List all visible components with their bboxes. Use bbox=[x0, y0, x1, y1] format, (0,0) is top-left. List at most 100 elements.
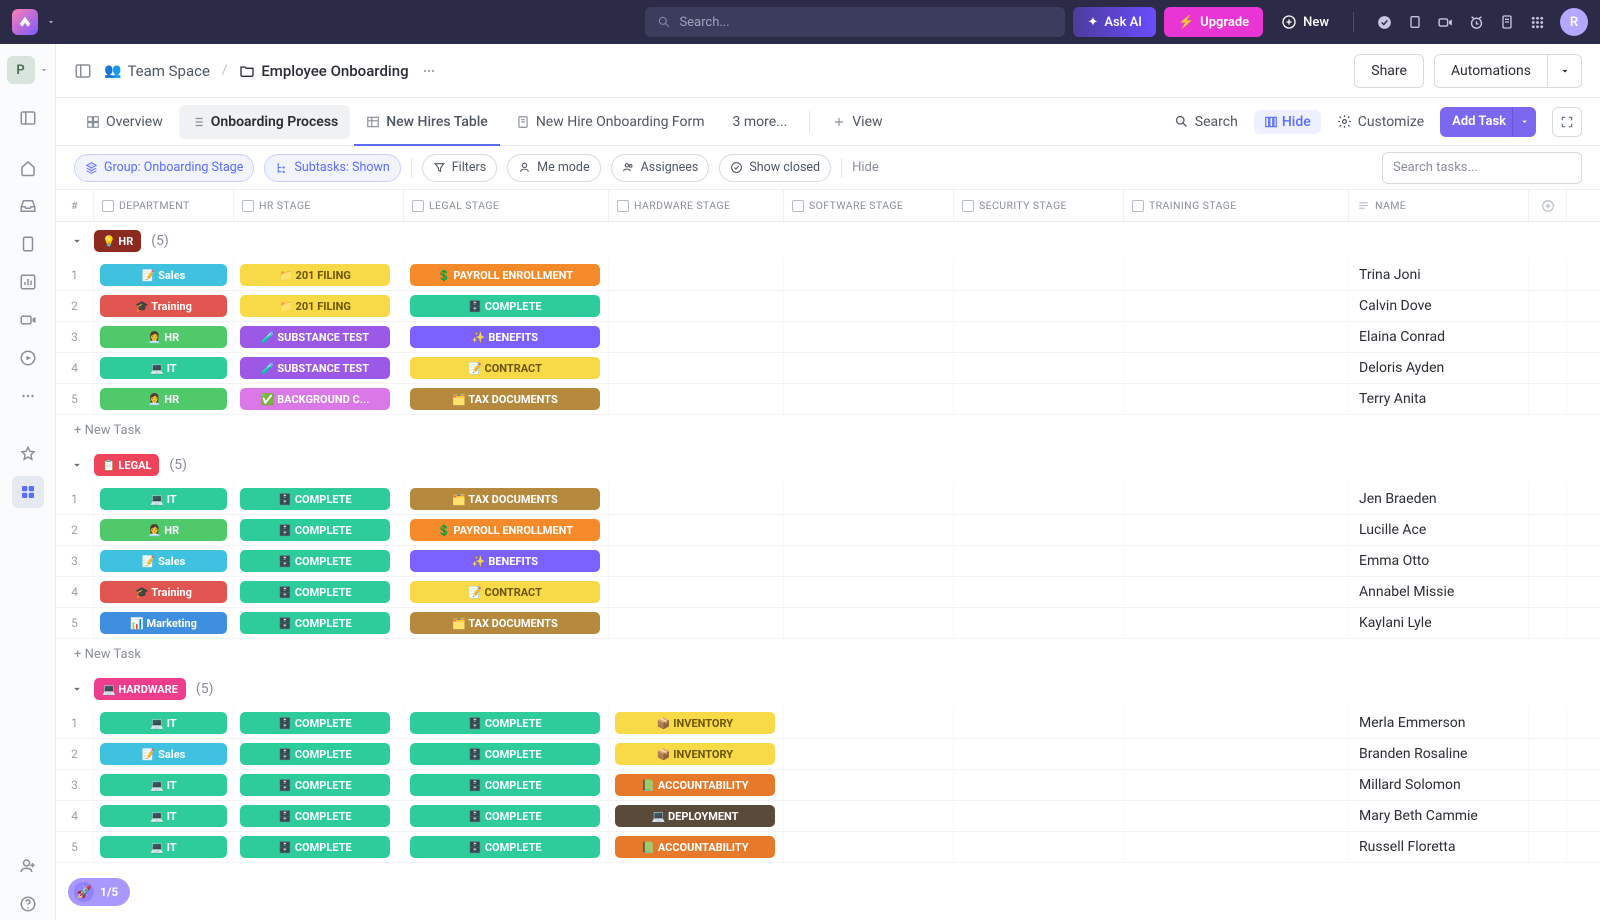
status-tag[interactable]: 📊 Marketing bbox=[100, 612, 227, 634]
cell-name[interactable]: Branden Rosaline bbox=[1349, 739, 1529, 769]
cell-department[interactable]: 📝 Sales bbox=[94, 546, 234, 576]
tab-onboarding-form[interactable]: New Hire Onboarding Form bbox=[504, 105, 717, 139]
status-tag[interactable]: 📝 CONTRACT bbox=[410, 581, 600, 603]
cell-department[interactable]: 🎓 Training bbox=[94, 577, 234, 607]
chevron-down-icon[interactable] bbox=[46, 17, 56, 27]
table-row[interactable]: 2 👩‍💼 HR 🗄️ COMPLETE 💲 PAYROLL ENROLLMEN… bbox=[56, 515, 1600, 546]
cell-software-stage[interactable] bbox=[784, 353, 954, 383]
cell-software-stage[interactable] bbox=[784, 546, 954, 576]
cell-security-stage[interactable] bbox=[954, 291, 1124, 321]
cell-name[interactable]: Russell Floretta bbox=[1349, 832, 1529, 862]
cell-name[interactable]: Annabel Missie bbox=[1349, 577, 1529, 607]
cell-legal-stage[interactable]: 🗄️ COMPLETE bbox=[404, 832, 609, 862]
cell-software-stage[interactable] bbox=[784, 832, 954, 862]
table-row[interactable]: 4 🎓 Training 🗄️ COMPLETE 📝 CONTRACT Anna… bbox=[56, 577, 1600, 608]
cell-hr-stage[interactable]: 🗄️ COMPLETE bbox=[234, 770, 404, 800]
cell-department[interactable]: 📊 Marketing bbox=[94, 608, 234, 638]
status-tag[interactable]: 🗄️ COMPLETE bbox=[410, 836, 600, 858]
status-tag[interactable]: ✨ BENEFITS bbox=[410, 326, 600, 348]
hide-filters-button[interactable]: Hide bbox=[852, 160, 879, 175]
add-column-button[interactable] bbox=[1529, 190, 1567, 221]
cell-hardware-stage[interactable]: 📗 ACCOUNTABILITY bbox=[609, 770, 784, 800]
cell-legal-stage[interactable]: 🗄️ COMPLETE bbox=[404, 739, 609, 769]
cell-training-stage[interactable] bbox=[1124, 260, 1349, 290]
cell-hr-stage[interactable]: 🗄️ COMPLETE bbox=[234, 484, 404, 514]
status-tag[interactable]: 🗄️ COMPLETE bbox=[240, 488, 390, 510]
tab-new-hires-table[interactable]: New Hires Table bbox=[354, 98, 500, 146]
group-header[interactable]: 💡 HR (5) bbox=[56, 222, 1600, 260]
cell-department[interactable]: 💻 IT bbox=[94, 353, 234, 383]
cell-hardware-stage[interactable]: 📗 ACCOUNTABILITY bbox=[609, 832, 784, 862]
cell-department[interactable]: 👩‍💼 HR bbox=[94, 515, 234, 545]
cell-name[interactable]: Merla Emmerson bbox=[1349, 708, 1529, 738]
table-row[interactable]: 2 🎓 Training 📁 201 FILING 🗄️ COMPLETE Ca… bbox=[56, 291, 1600, 322]
status-tag[interactable]: 💻 IT bbox=[100, 774, 227, 796]
cell-software-stage[interactable] bbox=[784, 770, 954, 800]
status-tag[interactable]: 📦 INVENTORY bbox=[615, 743, 775, 765]
status-tag[interactable]: 📁 201 FILING bbox=[240, 264, 390, 286]
invite-icon[interactable] bbox=[12, 850, 44, 882]
add-task-button[interactable]: Add Task bbox=[1440, 107, 1518, 137]
me-mode-chip[interactable]: Me mode bbox=[507, 154, 600, 182]
cell-department[interactable]: 🎓 Training bbox=[94, 291, 234, 321]
table-row[interactable]: 3 💻 IT 🗄️ COMPLETE 🗄️ COMPLETE 📗 ACCOUNT… bbox=[56, 770, 1600, 801]
cell-department[interactable]: 💻 IT bbox=[94, 801, 234, 831]
user-avatar[interactable]: R bbox=[1560, 8, 1588, 36]
new-button[interactable]: New bbox=[1271, 7, 1339, 37]
cell-hardware-stage[interactable] bbox=[609, 322, 784, 352]
cell-training-stage[interactable] bbox=[1124, 577, 1349, 607]
tab-onboarding-process[interactable]: Onboarding Process bbox=[179, 105, 350, 139]
cell-training-stage[interactable] bbox=[1124, 322, 1349, 352]
cell-hr-stage[interactable]: 🗄️ COMPLETE bbox=[234, 515, 404, 545]
table-row[interactable]: 4 💻 IT 🗄️ COMPLETE 🗄️ COMPLETE 💻 DEPLOYM… bbox=[56, 801, 1600, 832]
cell-training-stage[interactable] bbox=[1124, 739, 1349, 769]
dashboards-icon[interactable] bbox=[12, 266, 44, 298]
notepad-icon[interactable] bbox=[1499, 14, 1515, 30]
cell-name[interactable]: Terry Anita bbox=[1349, 384, 1529, 414]
cell-legal-stage[interactable]: 📝 CONTRACT bbox=[404, 577, 609, 607]
cell-security-stage[interactable] bbox=[954, 608, 1124, 638]
status-tag[interactable]: 📝 Sales bbox=[100, 550, 227, 572]
group-chip[interactable]: Group: Onboarding Stage bbox=[74, 154, 254, 182]
cell-name[interactable]: Elaina Conrad bbox=[1349, 322, 1529, 352]
panel-icon[interactable] bbox=[74, 62, 92, 80]
cell-software-stage[interactable] bbox=[784, 322, 954, 352]
status-tag[interactable]: 🗄️ COMPLETE bbox=[410, 712, 600, 734]
status-tag[interactable]: 📝 Sales bbox=[100, 264, 227, 286]
status-tag[interactable]: ✨ BENEFITS bbox=[410, 550, 600, 572]
group-header[interactable]: 💻 HARDWARE (5) bbox=[56, 670, 1600, 708]
cell-legal-stage[interactable]: 🗂️ TAX DOCUMENTS bbox=[404, 484, 609, 514]
group-header[interactable]: 📋 LEGAL (5) bbox=[56, 446, 1600, 484]
status-tag[interactable]: 🗂️ TAX DOCUMENTS bbox=[410, 612, 600, 634]
assignees-chip[interactable]: Assignees bbox=[611, 154, 710, 182]
table-row[interactable]: 1 📝 Sales 📁 201 FILING 💲 PAYROLL ENROLLM… bbox=[56, 260, 1600, 291]
cell-software-stage[interactable] bbox=[784, 739, 954, 769]
cell-training-stage[interactable] bbox=[1124, 770, 1349, 800]
cell-training-stage[interactable] bbox=[1124, 291, 1349, 321]
cell-hr-stage[interactable]: 🗄️ COMPLETE bbox=[234, 546, 404, 576]
col-legal-stage[interactable]: LEGAL STAGE bbox=[404, 190, 609, 221]
table-row[interactable]: 3 📝 Sales 🗄️ COMPLETE ✨ BENEFITS Emma Ot… bbox=[56, 546, 1600, 577]
cell-training-stage[interactable] bbox=[1124, 515, 1349, 545]
help-icon[interactable] bbox=[12, 888, 44, 920]
status-tag[interactable]: 🎓 Training bbox=[100, 295, 227, 317]
apps-grid-icon[interactable] bbox=[1529, 14, 1546, 31]
hide-columns-button[interactable]: Hide bbox=[1254, 110, 1321, 134]
cell-name[interactable]: Lucille Ace bbox=[1349, 515, 1529, 545]
cell-legal-stage[interactable]: 💲 PAYROLL ENROLLMENT bbox=[404, 260, 609, 290]
more-icon[interactable] bbox=[12, 380, 44, 412]
cell-hr-stage[interactable]: 🗄️ COMPLETE bbox=[234, 739, 404, 769]
cell-software-stage[interactable] bbox=[784, 384, 954, 414]
cell-legal-stage[interactable]: 🗂️ TAX DOCUMENTS bbox=[404, 608, 609, 638]
status-tag[interactable]: 💲 PAYROLL ENROLLMENT bbox=[410, 519, 600, 541]
status-tag[interactable]: 💲 PAYROLL ENROLLMENT bbox=[410, 264, 600, 286]
sidebar-toggle-icon[interactable] bbox=[12, 102, 44, 134]
expand-icon[interactable] bbox=[1552, 107, 1582, 137]
cell-training-stage[interactable] bbox=[1124, 384, 1349, 414]
cell-hr-stage[interactable]: 🗄️ COMPLETE bbox=[234, 801, 404, 831]
status-tag[interactable]: 👩‍💼 HR bbox=[100, 326, 227, 348]
favorites-icon[interactable] bbox=[12, 438, 44, 470]
cell-department[interactable]: 💻 IT bbox=[94, 708, 234, 738]
cell-hardware-stage[interactable] bbox=[609, 291, 784, 321]
status-tag[interactable]: 💻 DEPLOYMENT bbox=[615, 805, 775, 827]
